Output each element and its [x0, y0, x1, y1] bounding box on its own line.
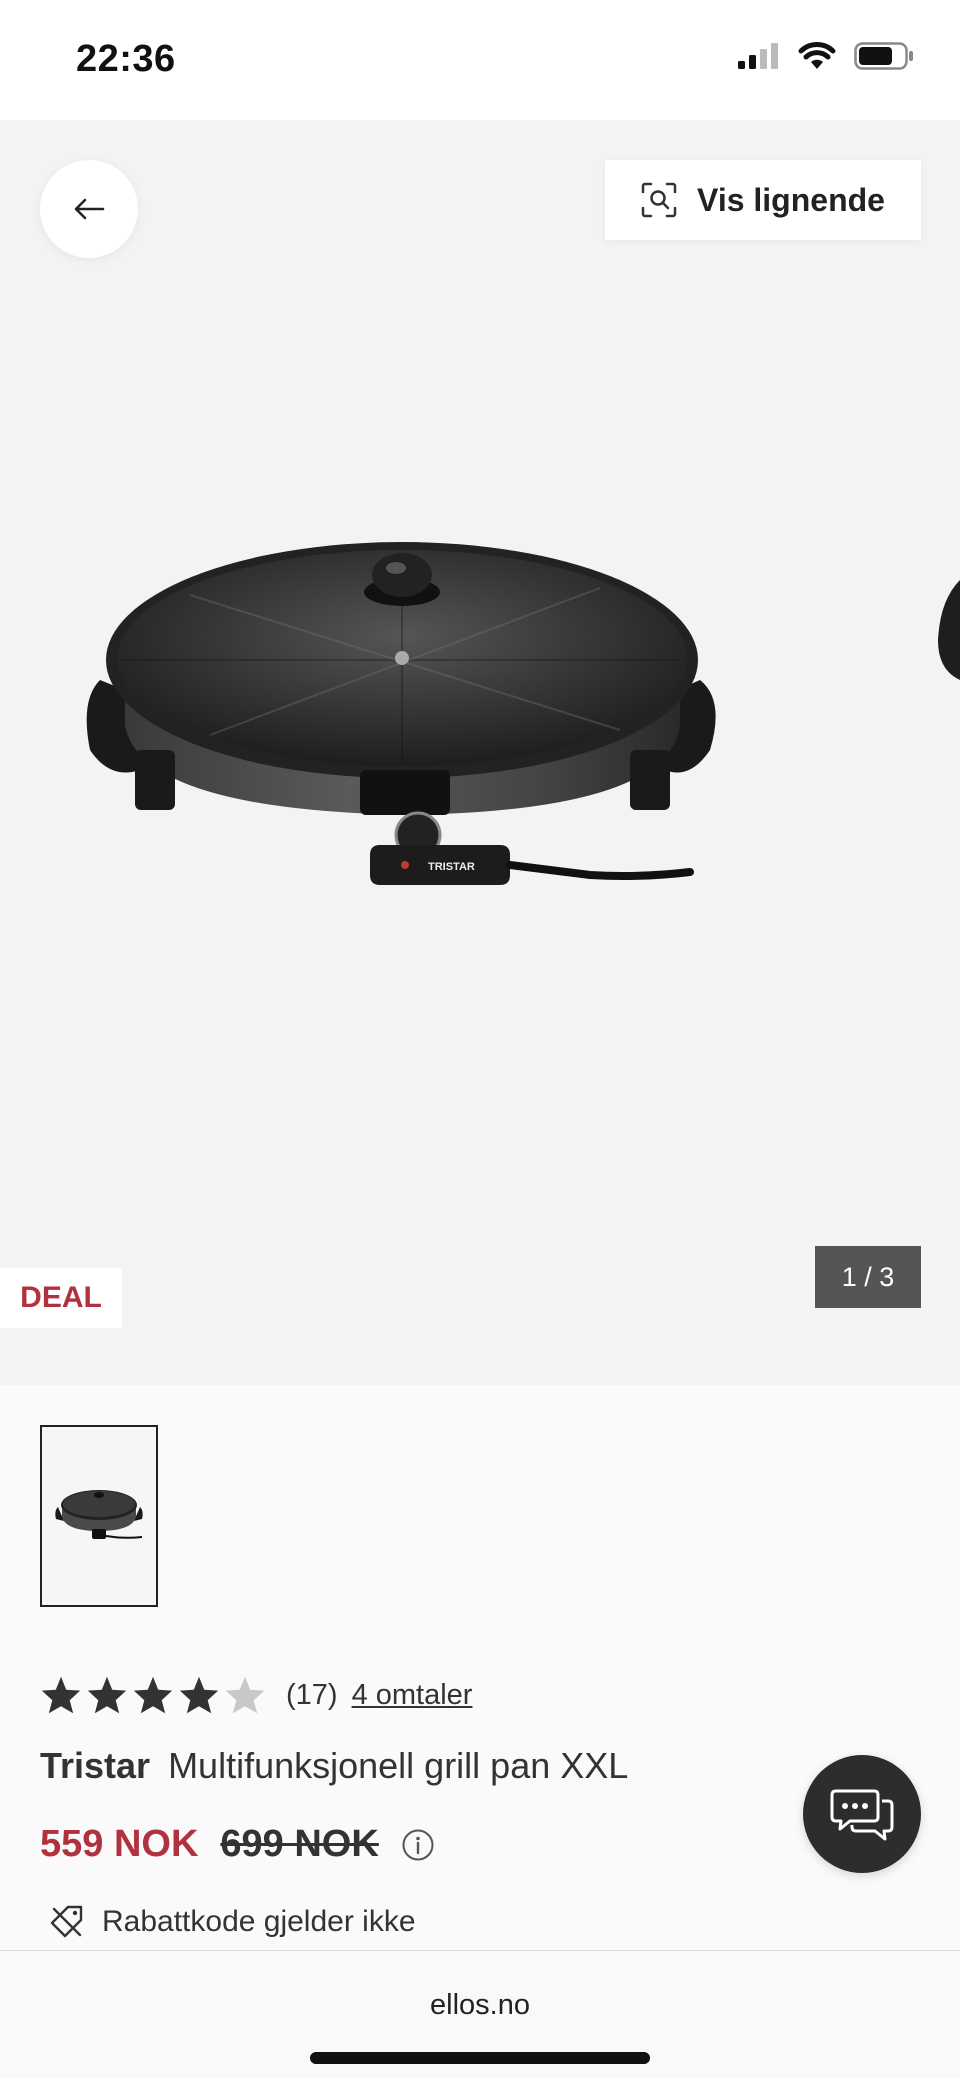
browser-bar: ellos.no: [0, 1950, 960, 2078]
url-bar[interactable]: ellos.no: [0, 1989, 960, 2022]
battery-icon: [854, 42, 913, 70]
chat-bubbles-icon: [830, 1789, 894, 1841]
product-image[interactable]: TRISTAR: [80, 500, 720, 1140]
status-bar: 22:36: [0, 0, 960, 120]
cellular-signal-icon: [738, 43, 778, 69]
wifi-icon: [798, 42, 836, 69]
reviews-link[interactable]: 4 omtaler: [352, 1679, 473, 1712]
star-filled-icon: [87, 1676, 127, 1714]
product-image-gallery[interactable]: Vis lignende TRISTAR DEAL 1 / 3: [0, 120, 960, 1385]
discount-row: Rabattkode gjelder ikke: [48, 1903, 416, 1941]
tag-crossed-icon: [50, 1905, 83, 1938]
arrow-left-icon: [74, 198, 105, 220]
product-brand[interactable]: Tristar: [40, 1745, 150, 1786]
info-icon[interactable]: [401, 1828, 435, 1862]
visual-search-icon: [641, 182, 677, 218]
price-current: 559 NOK: [40, 1823, 199, 1865]
show-similar-label: Vis lignende: [697, 181, 885, 218]
price-row: 559 NOK 699 NOK: [40, 1823, 435, 1866]
thumbnail-image: [55, 1490, 143, 1539]
rating-count: (17): [286, 1678, 338, 1711]
price-old: 699 NOK: [220, 1823, 379, 1865]
next-image-peek: [938, 580, 960, 680]
status-time: 22:36: [76, 38, 176, 80]
star-filled-icon: [133, 1676, 173, 1714]
battery-level: [859, 47, 892, 65]
star-filled-icon: [41, 1676, 81, 1714]
product-name: Multifunksjonell grill pan XXL: [168, 1745, 629, 1786]
rating-row: (17) 4 omtaler: [40, 1665, 472, 1725]
deal-badge: DEAL: [0, 1268, 122, 1328]
thumbnail-strip: [0, 1385, 960, 1625]
star-empty-icon: [225, 1676, 265, 1714]
image-counter: 1 / 3: [815, 1246, 921, 1308]
rating-stars[interactable]: [40, 1675, 266, 1715]
back-button[interactable]: [40, 160, 138, 258]
home-indicator[interactable]: [310, 2052, 650, 2064]
product-image-brand-text: TRISTAR: [428, 861, 475, 873]
chat-button[interactable]: [803, 1755, 921, 1873]
status-icons: [738, 42, 914, 70]
thumbnail-1[interactable]: [40, 1425, 158, 1607]
star-filled-icon: [179, 1676, 219, 1714]
show-similar-button[interactable]: Vis lignende: [605, 160, 921, 240]
product-title: Tristar Multifunksjonell grill pan XXL: [40, 1745, 628, 1787]
discount-note: Rabattkode gjelder ikke: [102, 1905, 416, 1938]
